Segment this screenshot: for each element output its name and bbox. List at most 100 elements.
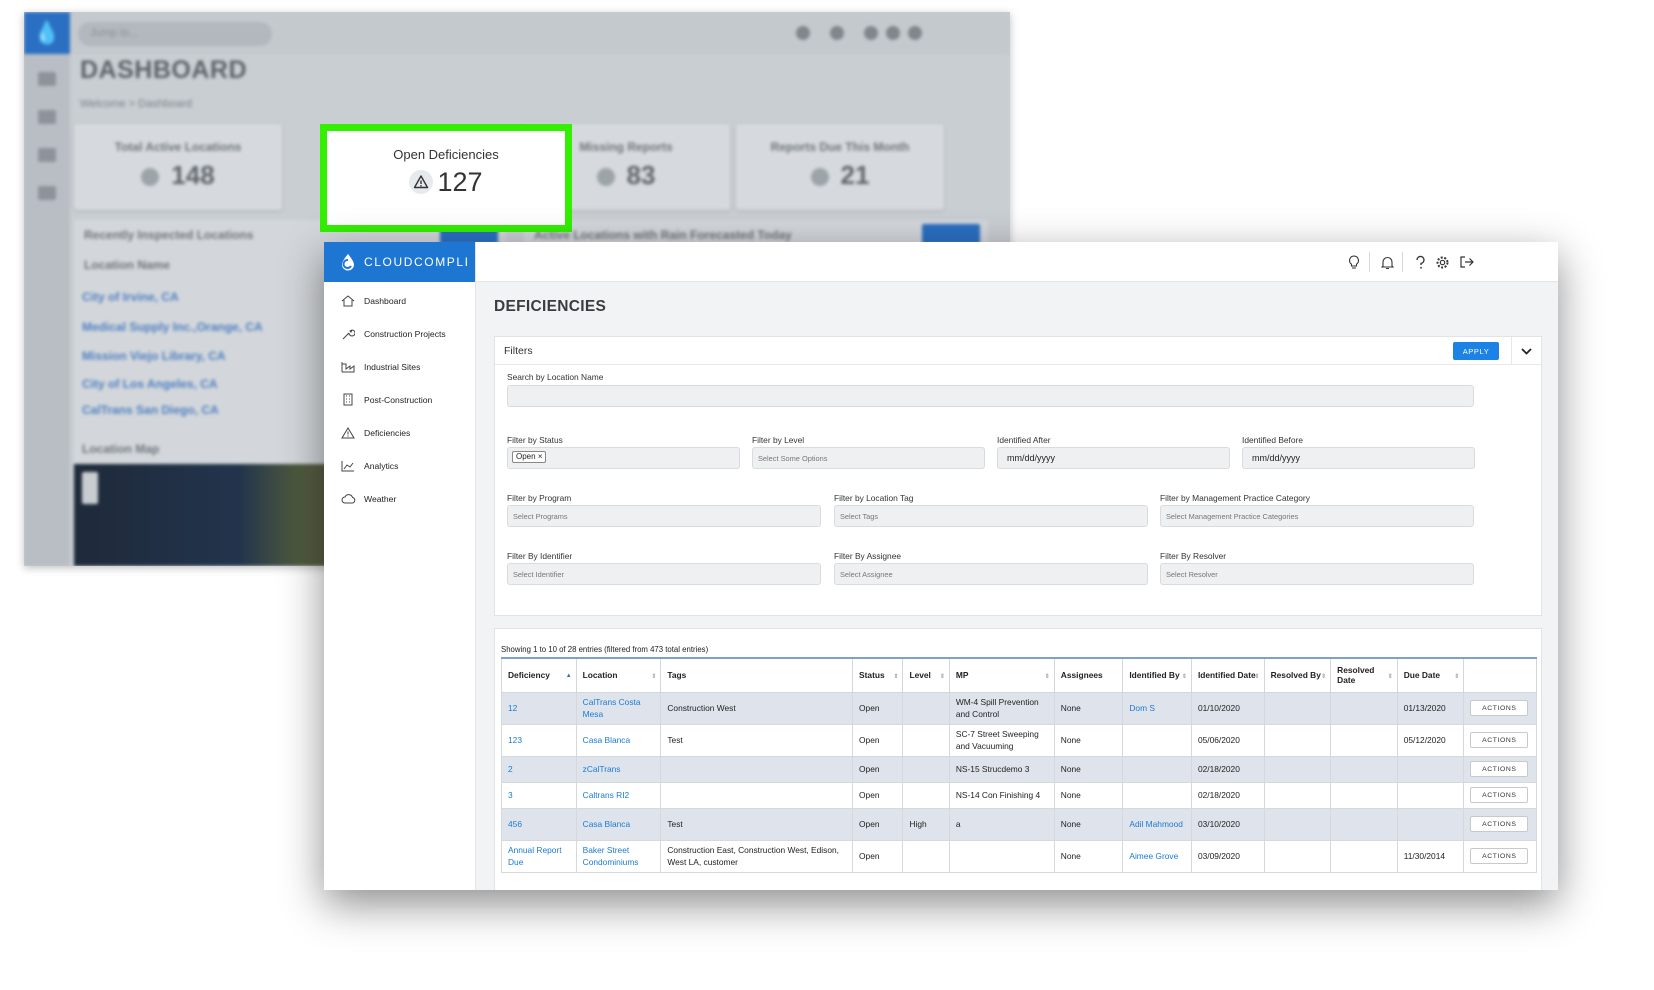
sidebar-item-industrial-sites[interactable]: Industrial Sites [324,350,475,383]
logout-icon[interactable] [1458,254,1474,270]
column-header[interactable]: Tags [660,657,854,693]
location-link[interactable]: Caltrans RI2 [575,781,662,809]
status-chip[interactable]: Open × [512,451,547,463]
warning-icon [409,169,434,194]
actions-button[interactable]: ACTIONS [1470,848,1529,864]
location-link[interactable]: Baker Street Condominiums [575,839,662,873]
remove-chip-icon[interactable]: × [538,452,543,461]
location-link[interactable]: Casa Blanca [575,723,662,757]
column-header[interactable]: Resolved Date ⇕ [1330,657,1398,693]
mp-cell: NS-15 Strucdemo 3 [948,755,1055,783]
logout-icon[interactable] [908,26,922,40]
actions-button[interactable]: ACTIONS [1470,787,1529,803]
identified-after-date[interactable]: mm/dd/yyyy [997,447,1230,469]
help-icon[interactable] [1412,254,1428,270]
gear-icon[interactable] [886,26,900,40]
deficiency-link[interactable]: 456 [501,807,577,841]
actions-button[interactable]: ACTIONS [1470,700,1529,716]
lightbulb-icon[interactable] [1346,254,1362,270]
deficiency-link[interactable]: 123 [501,723,577,757]
column-header[interactable]: Identified By ⇕ [1122,657,1192,693]
sidebar-item-construction-projects[interactable]: Construction Projects [324,317,475,350]
deficiency-link[interactable]: Annual Report Due [501,839,577,873]
tag-filter-select[interactable]: Select Tags [834,505,1148,527]
menu-icon[interactable] [38,72,56,86]
stat-card-reports-due[interactable]: Reports Due This Month 21 [736,124,944,210]
sidebar-item-weather[interactable]: Weather [324,482,475,515]
location-link[interactable]: CalTrans Costa Mesa [575,691,662,725]
identified-by-link[interactable] [1122,723,1192,757]
panel-title: Recently Inspected Locations [84,228,254,242]
status-cell: Open [852,691,904,725]
actions-button[interactable]: ACTIONS [1470,732,1529,748]
location-link[interactable]: zCalTrans [575,755,662,783]
location-link[interactable]: Casa Blanca [575,807,662,841]
identifier-filter-select[interactable]: Select Identifier [507,563,821,585]
stat-card-label: Open Deficiencies [393,147,499,162]
location-link[interactable]: City of Los Angeles, CA [82,377,218,391]
column-header[interactable]: Level ⇕ [902,657,950,693]
sort-icon: ⇕ [893,674,899,680]
sidebar-item-label: Analytics [364,460,399,471]
mp-filter-select[interactable]: Select Management Practice Categories [1160,505,1474,527]
column-header[interactable]: Due Date ⇕ [1396,657,1465,693]
stat-card-active-locations[interactable]: Total Active Locations 148 [74,124,282,210]
location-link[interactable]: Medical Supply Inc.,Orange, CA [82,320,263,334]
gear-icon[interactable] [1434,254,1450,270]
actions-button[interactable]: ACTIONS [1470,761,1529,777]
identified-by-link[interactable] [1122,781,1192,809]
identified-by-link[interactable] [1122,755,1192,783]
identified-by-link[interactable]: Adil Mahmood [1122,807,1192,841]
column-header-label: Resolved Date [1337,665,1375,686]
apply-button[interactable]: APPLY [1453,342,1499,360]
column-header-label: Tags [667,670,687,681]
level-cell [902,755,950,783]
status-filter-select[interactable]: Open × [507,447,740,469]
identified-by-link[interactable]: Dom S [1122,691,1192,725]
assignee-filter-select[interactable]: Select Assignee [834,563,1148,585]
column-header[interactable]: Status ⇕ [852,657,904,693]
sidebar-item-post-construction[interactable]: Post-Construction [324,383,475,416]
column-header[interactable]: Resolved By ⇕ [1263,657,1332,693]
sidebar-item-dashboard[interactable]: Dashboard [324,284,475,317]
location-search-input[interactable] [507,385,1474,407]
resolved-date-cell [1330,807,1398,841]
column-header[interactable]: Location ⇕ [575,657,662,693]
column-header[interactable]: Identified Date ⇕ [1190,657,1265,693]
level-filter-select[interactable]: Select Some Options [752,447,985,469]
deficiency-link[interactable]: 2 [501,755,577,783]
deficiency-link[interactable]: 3 [501,781,577,809]
column-header[interactable]: Assignees [1053,657,1124,693]
map-zoom-control[interactable] [82,472,98,504]
wrench-icon[interactable] [38,148,56,162]
sidebar-item-analytics[interactable]: Analytics [324,449,475,482]
open-deficiencies-card[interactable]: Open Deficiencies 127 [320,124,572,232]
due-date-cell: 11/30/2014 [1396,839,1465,873]
sidebar-item-label: Deficiencies [364,427,411,438]
collapse-filters-button[interactable] [1511,337,1541,365]
view-all-button[interactable] [922,224,980,244]
jump-to-input[interactable]: Jump to... [78,22,272,46]
program-filter-select[interactable]: Select Programs [507,505,821,527]
location-link[interactable]: Mission Viejo Library, CA [82,349,226,363]
location-link[interactable]: CalTrans San Diego, CA [82,403,219,417]
column-header[interactable]: Deficiency ▲ [501,657,577,693]
help-icon[interactable] [864,26,878,40]
page-title: DEFICIENCIES [494,298,607,315]
column-header[interactable]: MP ⇕ [948,657,1055,693]
deficiency-link[interactable]: 12 [501,691,577,725]
resolver-filter-select[interactable]: Select Resolver [1160,563,1474,585]
factory-icon[interactable] [38,186,56,200]
identified-before-date[interactable]: mm/dd/yyyy [1242,447,1475,469]
identified-by-link[interactable]: Aimee Grove [1122,839,1192,873]
sidebar-item-deficiencies[interactable]: Deficiencies [324,416,475,449]
brand-name: CLOUDCOMPLI [364,255,470,269]
brand-logo[interactable]: CLOUDCOMPLI [324,242,475,282]
bell-icon[interactable] [830,26,844,40]
actions-button[interactable]: ACTIONS [1470,816,1529,832]
home-icon[interactable] [38,110,56,124]
column-header-label: MP [955,670,969,681]
bell-icon[interactable] [1379,254,1395,270]
bulb-icon[interactable] [796,26,810,40]
location-link[interactable]: City of Irvine, CA [82,290,179,304]
